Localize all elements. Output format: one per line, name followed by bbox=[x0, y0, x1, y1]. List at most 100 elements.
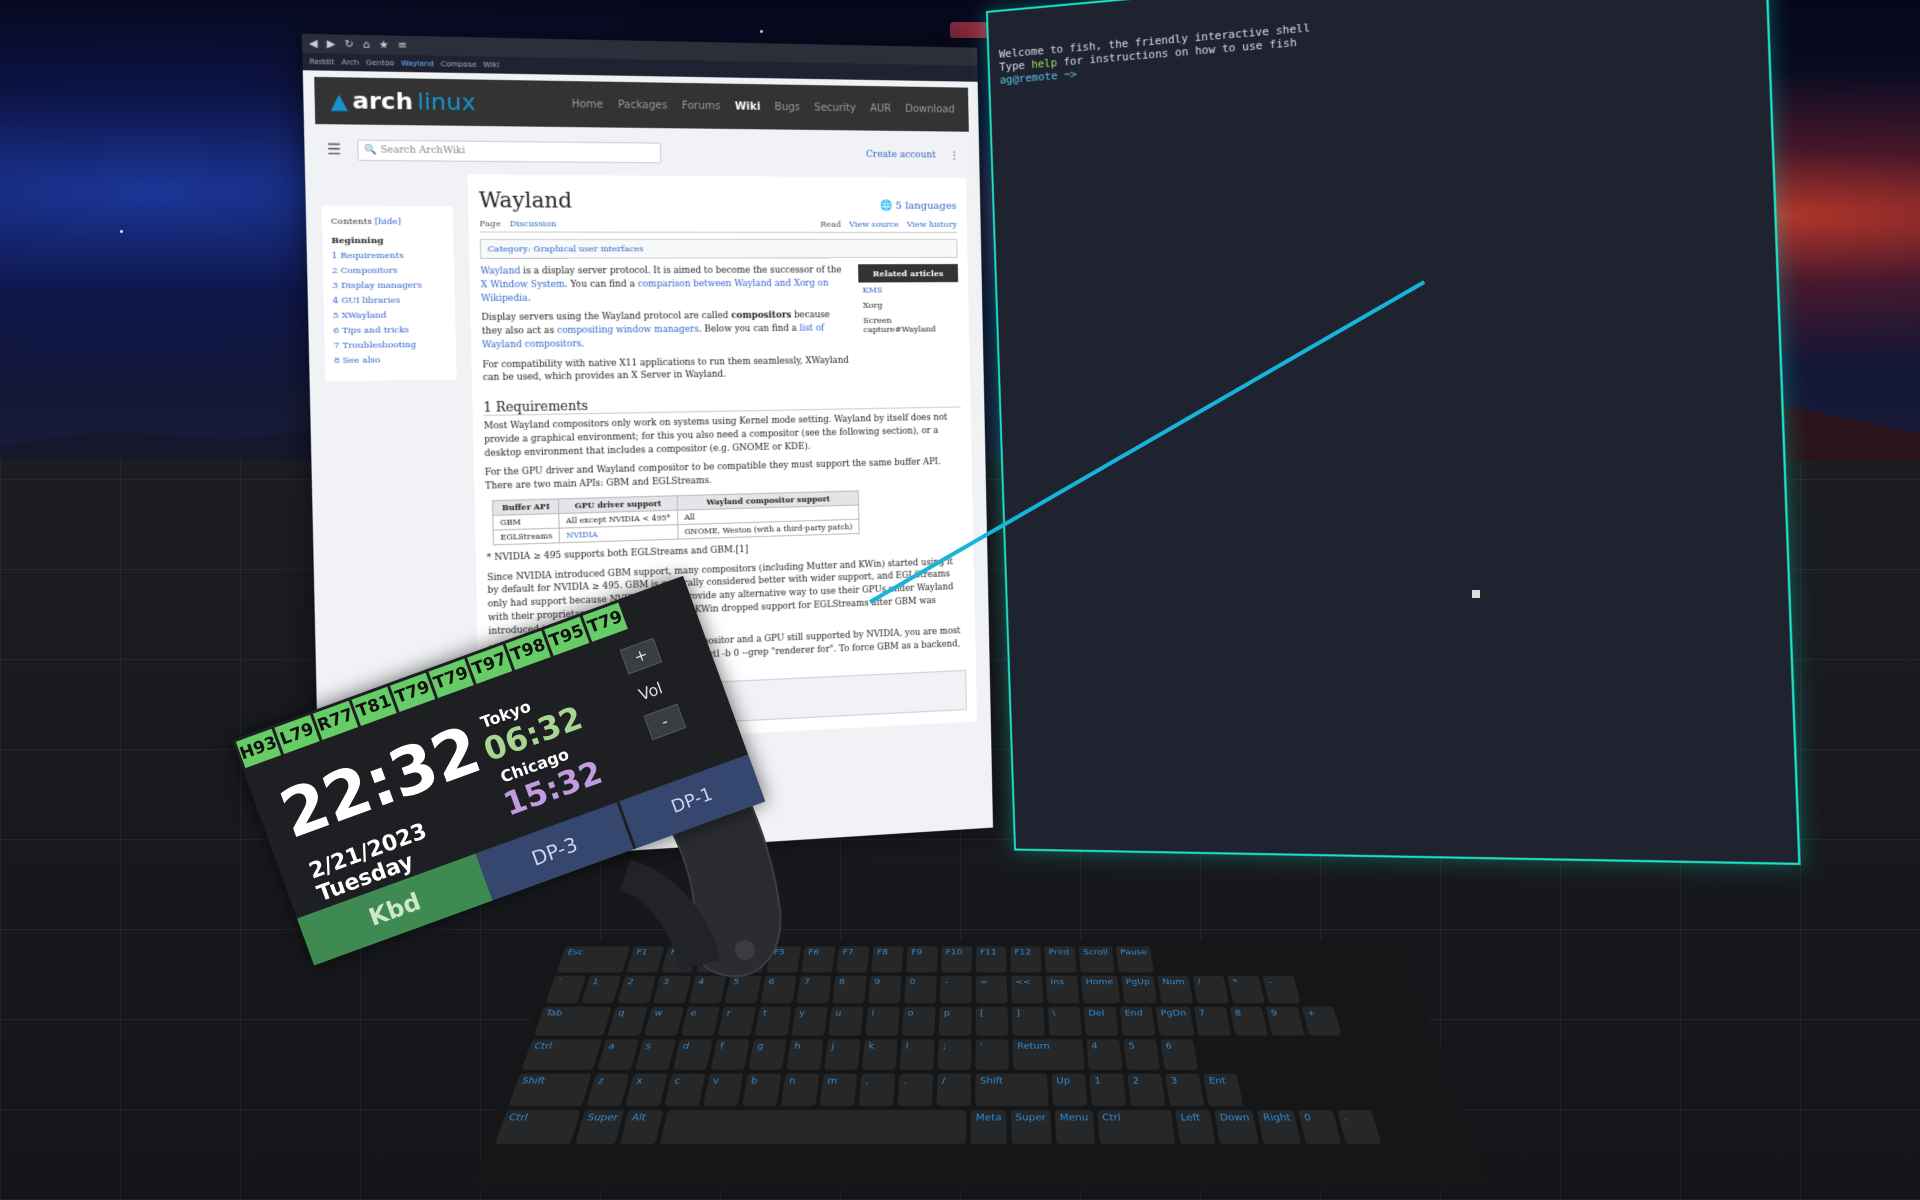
forward-icon[interactable]: ▶ bbox=[327, 38, 336, 50]
key[interactable]: r bbox=[717, 1006, 756, 1036]
toc-hide-link[interactable]: [hide] bbox=[375, 216, 402, 226]
compositing-wm-link[interactable]: compositing window managers bbox=[557, 324, 699, 336]
key[interactable]: c bbox=[664, 1073, 706, 1106]
key[interactable]: l bbox=[899, 1039, 935, 1070]
key[interactable]: Home bbox=[1081, 975, 1120, 1004]
wayland-link[interactable]: Wayland bbox=[480, 266, 520, 277]
key[interactable]: PgDn bbox=[1155, 1006, 1195, 1036]
key[interactable]: . bbox=[897, 1073, 934, 1106]
key[interactable]: ' bbox=[975, 1039, 1009, 1070]
key[interactable]: F11 bbox=[975, 946, 1007, 973]
browser-tab-active[interactable]: Wayland bbox=[401, 59, 434, 68]
key[interactable]: f bbox=[710, 1039, 750, 1070]
toc-item[interactable]: 7 Troubleshooting bbox=[334, 339, 448, 350]
related-article-link[interactable]: Xorg bbox=[859, 297, 959, 313]
search-input[interactable]: 🔍 Search ArchWiki bbox=[356, 139, 661, 164]
key[interactable]: F10 bbox=[940, 946, 972, 973]
key[interactable]: F12 bbox=[1010, 946, 1042, 973]
key[interactable]: Ctrl bbox=[1096, 1110, 1176, 1145]
browser-tab[interactable]: Arch bbox=[341, 58, 359, 67]
key[interactable]: Meta bbox=[971, 1110, 1007, 1145]
key[interactable]: q bbox=[607, 1006, 648, 1036]
key[interactable]: Up bbox=[1051, 1073, 1088, 1106]
key[interactable]: - bbox=[939, 975, 972, 1004]
key[interactable]: p bbox=[938, 1006, 972, 1036]
create-account-link[interactable]: Create account bbox=[866, 150, 936, 161]
key[interactable]: h bbox=[786, 1039, 824, 1070]
back-icon[interactable]: ◀ bbox=[309, 38, 318, 50]
key[interactable]: Pause bbox=[1115, 946, 1154, 973]
x-window-system-link[interactable]: X Window System bbox=[481, 279, 565, 290]
key[interactable]: Left bbox=[1174, 1110, 1216, 1145]
related-article-link[interactable]: Screen capture#Wayland bbox=[859, 312, 959, 337]
key[interactable]: \ bbox=[1047, 1006, 1082, 1036]
reload-icon[interactable]: ↻ bbox=[344, 38, 354, 50]
key[interactable]: Print bbox=[1044, 946, 1077, 973]
nav-home[interactable]: Home bbox=[571, 98, 603, 110]
nav-download[interactable]: Download bbox=[905, 103, 955, 115]
key[interactable]: / bbox=[936, 1073, 972, 1106]
category-link[interactable]: Category: Graphical user interfaces bbox=[479, 238, 958, 259]
key[interactable]: 6 bbox=[1160, 1039, 1199, 1070]
key[interactable]: Alt bbox=[620, 1110, 664, 1145]
tab-read[interactable]: Read bbox=[820, 220, 841, 229]
key[interactable]: u bbox=[828, 1006, 864, 1036]
browser-tab[interactable]: Gentoo bbox=[366, 59, 395, 68]
key[interactable]: 2 bbox=[1127, 1073, 1166, 1106]
browser-tab[interactable]: Wiki bbox=[483, 61, 499, 70]
nav-bugs[interactable]: Bugs bbox=[775, 101, 801, 113]
key[interactable]: 3 bbox=[1165, 1073, 1205, 1106]
key[interactable]: 1 bbox=[1089, 1073, 1127, 1106]
key[interactable]: Ent bbox=[1203, 1073, 1244, 1106]
bookmark-icon[interactable]: ★ bbox=[379, 39, 389, 51]
key[interactable]: Scroll bbox=[1078, 946, 1115, 973]
arch-logo[interactable]: ▲ arch linux bbox=[330, 87, 476, 116]
key[interactable]: Shift bbox=[508, 1073, 592, 1106]
key[interactable]: n bbox=[780, 1073, 820, 1106]
menu-icon[interactable]: ≡ bbox=[397, 39, 407, 51]
key[interactable]: v bbox=[703, 1073, 744, 1106]
key[interactable]: Shift bbox=[975, 1073, 1049, 1106]
volume-down-button[interactable]: - bbox=[643, 703, 687, 741]
key[interactable]: End bbox=[1119, 1006, 1156, 1036]
toc-item[interactable]: 8 See also bbox=[334, 354, 448, 365]
key[interactable]: Ctrl bbox=[495, 1110, 581, 1145]
key[interactable]: 9 bbox=[1265, 1006, 1305, 1036]
toc-item[interactable]: 2 Compositors bbox=[332, 265, 446, 275]
tab-view-history[interactable]: View history bbox=[907, 220, 957, 229]
key[interactable]: 9 bbox=[868, 975, 902, 1004]
key[interactable]: j bbox=[824, 1039, 861, 1070]
toc-item[interactable]: 1 Requirements bbox=[332, 251, 446, 261]
tab-page[interactable]: Page bbox=[479, 219, 501, 229]
key[interactable]: w bbox=[644, 1006, 684, 1036]
toc-item[interactable]: Beginning bbox=[331, 235, 445, 246]
key[interactable]: Super bbox=[575, 1110, 625, 1145]
key[interactable]: / bbox=[1192, 975, 1229, 1004]
key[interactable]: Del bbox=[1083, 1006, 1119, 1036]
key[interactable]: - bbox=[1262, 975, 1301, 1004]
tab-discussion[interactable]: Discussion bbox=[509, 219, 556, 229]
key[interactable]: d bbox=[672, 1039, 713, 1070]
toc-item[interactable]: 5 XWayland bbox=[333, 310, 447, 320]
key[interactable]: e bbox=[681, 1006, 720, 1036]
key[interactable]: m bbox=[819, 1073, 858, 1106]
key[interactable]: ] bbox=[1011, 1006, 1045, 1036]
key[interactable]: x bbox=[625, 1073, 668, 1106]
key[interactable]: 0 bbox=[904, 975, 937, 1004]
key[interactable]: Num bbox=[1157, 975, 1194, 1004]
related-article-link[interactable]: KMS bbox=[858, 282, 958, 298]
key[interactable]: 0 bbox=[1297, 1110, 1342, 1145]
key[interactable]: Right bbox=[1256, 1110, 1302, 1145]
browser-tab[interactable]: Reddit bbox=[309, 57, 334, 66]
key[interactable]: 4 bbox=[1086, 1039, 1123, 1070]
home-icon[interactable]: ⌂ bbox=[363, 39, 370, 51]
browser-tab[interactable]: Compose bbox=[441, 60, 477, 69]
more-options-icon[interactable]: ⋮ bbox=[950, 150, 960, 161]
key[interactable]: Ctrl bbox=[521, 1039, 603, 1070]
key[interactable]: * bbox=[1227, 975, 1265, 1004]
key[interactable]: PgUp bbox=[1120, 975, 1158, 1004]
key[interactable]: 7 bbox=[1193, 1006, 1232, 1036]
key[interactable]: F8 bbox=[871, 946, 904, 973]
nav-packages[interactable]: Packages bbox=[618, 99, 667, 111]
key[interactable]: Return bbox=[1012, 1039, 1085, 1070]
